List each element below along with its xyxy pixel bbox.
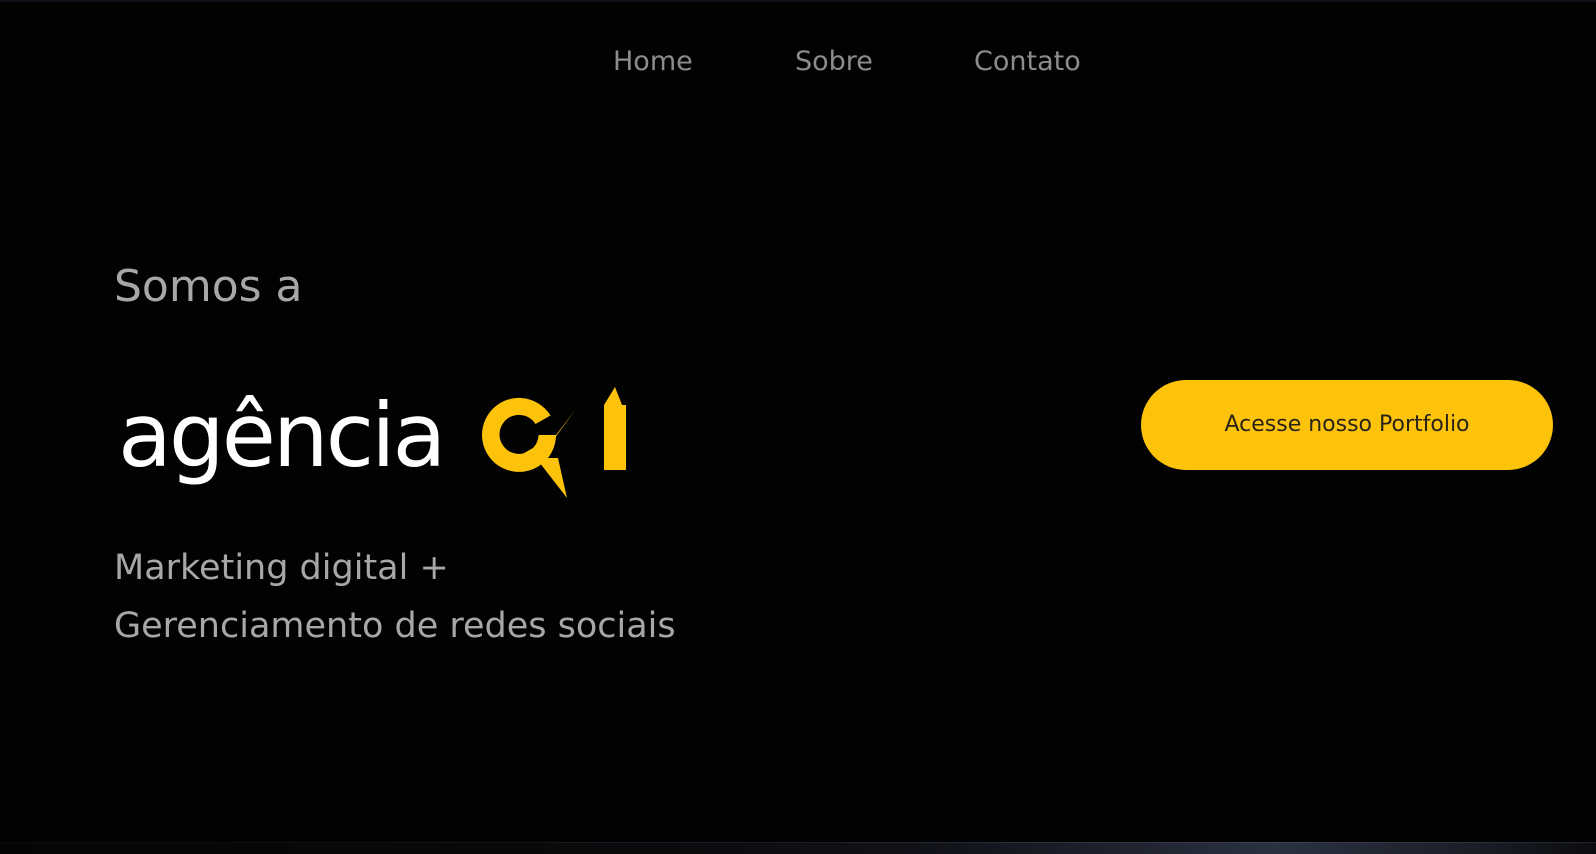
- main-nav: Home Sobre Contato: [0, 40, 1596, 84]
- portfolio-button[interactable]: Acesse nosso Portfolio: [1141, 380, 1553, 470]
- logo-wordmark: agência: [118, 384, 443, 487]
- top-edge-divider: [0, 0, 1596, 2]
- nav-link-sobre[interactable]: Sobre: [795, 40, 873, 84]
- page: Home Sobre Contato Somos a agência Marke…: [0, 0, 1596, 854]
- logo-q1-mark: [482, 387, 626, 498]
- agencia-q1-logo: agência: [118, 384, 626, 498]
- nav-link-contato[interactable]: Contato: [974, 40, 1081, 84]
- tagline-line-2: Gerenciamento de redes sociais: [114, 606, 676, 646]
- nav-link-home[interactable]: Home: [613, 40, 693, 84]
- hero-tagline: Marketing digital + Gerenciamento de red…: [114, 539, 676, 655]
- hero-intro: Somos a: [114, 261, 303, 312]
- tagline-line-1: Marketing digital +: [114, 548, 449, 588]
- bottom-edge-strip: [0, 842, 1596, 854]
